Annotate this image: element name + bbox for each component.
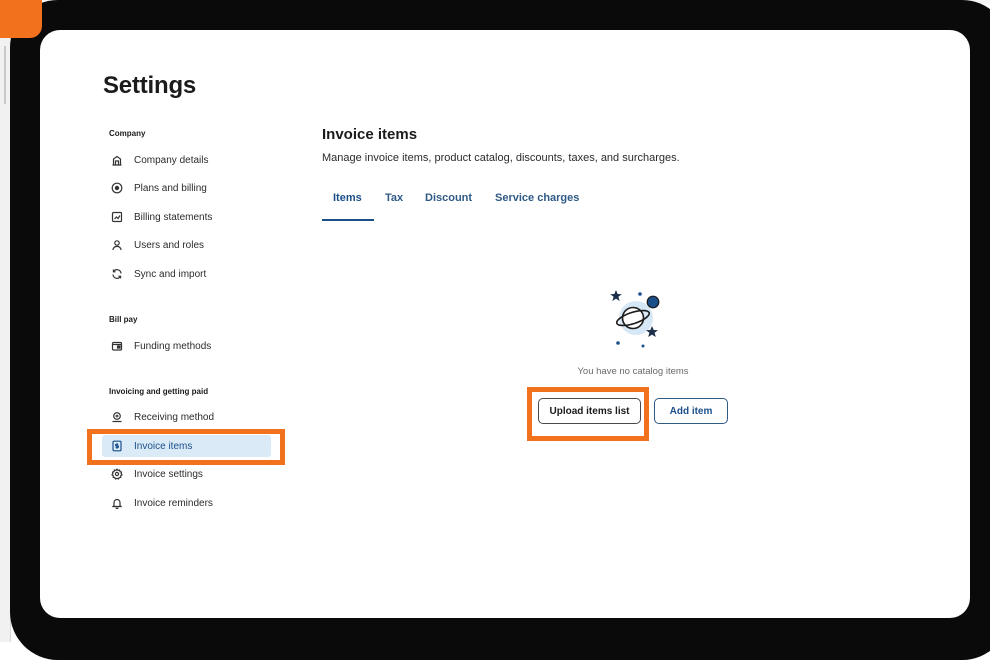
tab-tax[interactable]: Tax [385,188,403,218]
tab-bar: Items Tax Discount Service charges [322,188,622,222]
invoice-icon [110,440,124,452]
sidebar-item-invoice-reminders[interactable]: Invoice reminders [102,492,271,514]
sidebar-item-sync-and-import[interactable]: Sync and import [102,263,271,285]
sidebar-item-label: Billing statements [134,211,213,223]
building-icon [110,154,124,166]
sidebar-item-receiving-method[interactable]: Receiving method [102,406,271,428]
nav-section-bill-pay: Bill pay [109,315,138,324]
wallet-icon [110,340,124,352]
statement-icon [110,211,124,223]
tab-items[interactable]: Items [333,188,362,218]
sync-icon [110,268,124,280]
receive-icon [110,411,124,423]
section-subtitle: Manage invoice items, product catalog, d… [322,152,680,164]
plan-icon [110,182,124,194]
sidebar-item-label: Receiving method [134,411,215,423]
sidebar-item-label: Funding methods [134,340,212,352]
sidebar-item-label: Invoice reminders [134,497,213,509]
sidebar-item-invoice-items[interactable]: Invoice items [102,435,271,457]
sidebar-item-users-and-roles[interactable]: Users and roles [102,234,271,256]
sidebar-item-label: Sync and import [134,268,207,280]
settings-screen: Settings Company Company details Plans a… [40,30,970,618]
nav-section-company: Company [109,129,146,138]
sidebar-item-label: Plans and billing [134,182,207,194]
sidebar-item-billing-statements[interactable]: Billing statements [102,206,271,228]
left-strip-mark [4,46,6,104]
planet-icon [602,284,668,348]
bell-icon [110,497,124,509]
sidebar-item-plans-and-billing[interactable]: Plans and billing [102,177,271,199]
sidebar-item-funding-methods[interactable]: Funding methods [102,335,271,357]
sidebar-item-invoice-settings[interactable]: Invoice settings [102,463,271,485]
page-title: Settings [103,72,197,99]
orange-corner-tab [0,0,42,38]
gear-icon [110,468,124,480]
sidebar-item-company-details[interactable]: Company details [102,149,271,171]
sidebar-item-label: Invoice items [134,440,193,452]
section-title: Invoice items [322,126,418,143]
add-item-button[interactable]: Add item [654,398,728,424]
tab-service-charges[interactable]: Service charges [495,188,579,218]
sidebar-item-label: Users and roles [134,239,205,251]
upload-items-list-button[interactable]: Upload items list [538,398,641,424]
sidebar-item-label: Company details [134,154,209,166]
nav-section-invoicing: Invoicing and getting paid [109,387,209,396]
tab-discount[interactable]: Discount [425,188,472,218]
user-icon [110,239,124,251]
sidebar-item-label: Invoice settings [134,468,203,480]
tab-active-underline [322,219,374,221]
empty-state-text: You have no catalog items [577,366,689,377]
